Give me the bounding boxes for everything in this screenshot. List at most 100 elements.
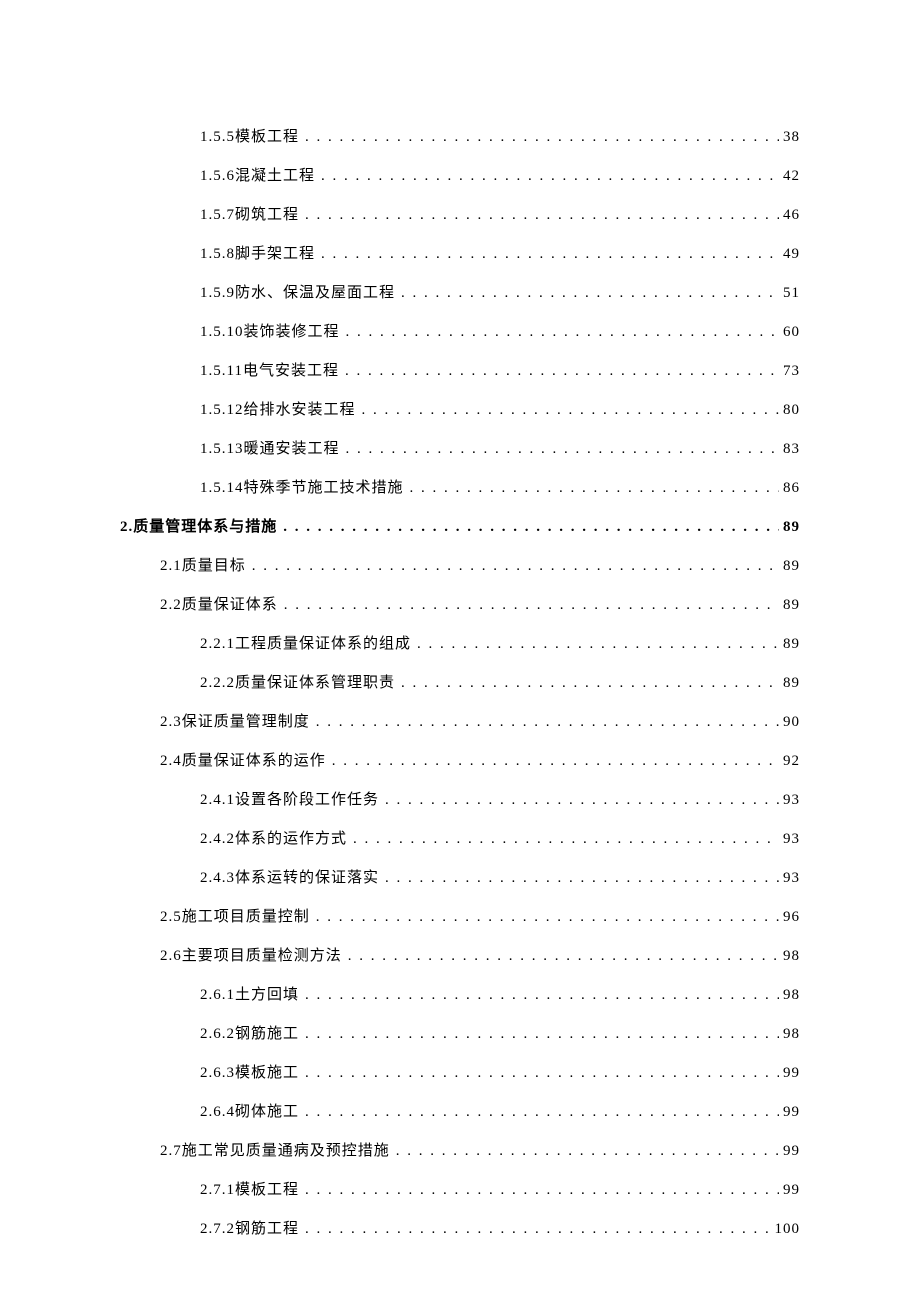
toc-page-number: 89 (783, 664, 800, 703)
toc-page-number: 80 (783, 391, 800, 430)
toc-title: 钢筋工程 (235, 1210, 299, 1249)
toc-leader-dots (321, 157, 779, 196)
toc-leader-dots (417, 625, 779, 664)
toc-title: 体系的运作方式 (235, 820, 347, 859)
toc-leader-dots (305, 1054, 779, 1093)
toc-title: 装饰装修工程 (244, 313, 340, 352)
toc-title: 防水、保温及屋面工程 (235, 274, 395, 313)
toc-leader-dots (305, 196, 779, 235)
toc-leader-dots (321, 235, 779, 274)
toc-page-number: 89 (783, 625, 800, 664)
toc-page-number: 90 (783, 703, 800, 742)
toc-entry: 1.5.13 暖通安装工程 83 (200, 430, 800, 469)
toc-title: 施工项目质量控制 (182, 898, 310, 937)
toc-page-number: 38 (783, 118, 800, 157)
toc-number: 1.5.7 (200, 196, 235, 235)
toc-leader-dots (348, 937, 779, 976)
toc-page-number: 49 (783, 235, 800, 274)
toc-number: 2.6.2 (200, 1015, 235, 1054)
toc-page-number: 99 (783, 1171, 800, 1210)
toc-leader-dots (305, 1171, 779, 1210)
toc-title: 质量保证体系的运作 (182, 742, 326, 781)
toc-entry: 1.5.6 混凝土工程42 (200, 157, 800, 196)
toc-title: 模板施工 (235, 1054, 299, 1093)
toc-number: 1.5.8 (200, 235, 235, 274)
toc-page-number: 42 (783, 157, 800, 196)
toc-page-number: 89 (783, 586, 800, 625)
toc-page-number: 100 (775, 1210, 801, 1249)
document-page: 1.5.5 模板工程381.5.6 混凝土工程421.5.7 砌筑工程461.5… (0, 0, 920, 1309)
toc-entry: 2.6.4 砌体施工99 (200, 1093, 800, 1132)
toc-entry: 2.4.3 体系运转的保证落实93 (200, 859, 800, 898)
toc-title: 设置各阶段工作任务 (235, 781, 379, 820)
toc-entry: 2.2.1 工程质量保证体系的组成89 (200, 625, 800, 664)
toc-page-number: 51 (783, 274, 800, 313)
toc-leader-dots (385, 781, 779, 820)
toc-title: 土方回填 (235, 976, 299, 1015)
toc-leader-dots (305, 118, 779, 157)
toc-leader-dots (346, 313, 779, 352)
toc-entry: 2.4.1 设置各阶段工作任务93 (200, 781, 800, 820)
toc-title: 质量管理体系与措施 (133, 508, 277, 547)
toc-page-number: 83 (783, 430, 800, 469)
toc-entry: 1.5.11 电气安装工程73 (200, 352, 800, 391)
toc-leader-dots (305, 1210, 770, 1249)
toc-leader-dots (305, 976, 779, 1015)
toc-page-number: 89 (783, 508, 800, 547)
toc-leader-dots (353, 820, 779, 859)
toc-leader-dots (284, 586, 779, 625)
toc-number: 2.2 (160, 586, 182, 625)
toc-leader-dots (396, 1132, 779, 1171)
toc-page-number: 98 (783, 937, 800, 976)
toc-number: 2.1 (160, 547, 182, 586)
toc-entry: 2.4.2 体系的运作方式 93 (200, 820, 800, 859)
toc-entry: 1.5.10 装饰装修工程60 (200, 313, 800, 352)
toc-leader-dots (362, 391, 779, 430)
toc-leader-dots (283, 508, 779, 547)
toc-page-number: 93 (783, 781, 800, 820)
toc-number: 1.5.14 (200, 469, 244, 508)
toc-title: 暖通安装工程 (244, 430, 340, 469)
toc-page-number: 93 (783, 820, 800, 859)
toc-leader-dots (305, 1015, 779, 1054)
toc-number: 1.5.9 (200, 274, 235, 313)
toc-page-number: 60 (783, 313, 800, 352)
toc-entry: 2.2 质量保证体系 89 (160, 586, 800, 625)
toc-title: 混凝土工程 (235, 157, 315, 196)
toc-entry: 1.5.14 特殊季节施工技术措施86 (200, 469, 800, 508)
toc-number: 1.5.13 (200, 430, 244, 469)
toc-title: 质量保证体系管理职责 (235, 664, 395, 703)
toc-number: 2.4.3 (200, 859, 235, 898)
toc-entry: 2.5 施工项目质量控制96 (160, 898, 800, 937)
toc-leader-dots (401, 274, 779, 313)
toc-entry: 2.7.1 模板工程99 (200, 1171, 800, 1210)
toc-entry: 1.5.7 砌筑工程46 (200, 196, 800, 235)
toc-number: 2.7.1 (200, 1171, 235, 1210)
toc-title: 主要项目质量检测方法 (182, 937, 342, 976)
toc-number: 2. (120, 508, 133, 547)
toc-title: 模板工程 (235, 118, 299, 157)
toc-title: 特殊季节施工技术措施 (244, 469, 404, 508)
toc-number: 2.2.1 (200, 625, 235, 664)
toc-number: 2.4.2 (200, 820, 235, 859)
toc-page-number: 96 (783, 898, 800, 937)
toc-entry: 2.2.2 质量保证体系管理职责89 (200, 664, 800, 703)
toc-page-number: 73 (783, 352, 800, 391)
toc-page-number: 93 (783, 859, 800, 898)
toc-entry: 2. 质量管理体系与措施 89 (120, 508, 800, 547)
toc-number: 2.6 (160, 937, 182, 976)
toc-number: 1.5.12 (200, 391, 244, 430)
toc-title: 质量目标 (182, 547, 246, 586)
toc-entry: 2.1 质量目标89 (160, 547, 800, 586)
toc-entry: 1.5.8 脚手架工程49 (200, 235, 800, 274)
toc-entry: 2.6 主要项目质量检测方法 98 (160, 937, 800, 976)
toc-number: 2.6.3 (200, 1054, 235, 1093)
toc-title: 电气安装工程 (243, 352, 339, 391)
toc-entry: 2.7 施工常见质量通病及预控措施99 (160, 1132, 800, 1171)
toc-number: 2.3 (160, 703, 182, 742)
toc-entry: 2.3 保证质量管理制度90 (160, 703, 800, 742)
toc-leader-dots (345, 352, 779, 391)
toc-title: 质量保证体系 (182, 586, 278, 625)
toc-title: 钢筋施工 (235, 1015, 299, 1054)
toc-page-number: 98 (783, 1015, 800, 1054)
